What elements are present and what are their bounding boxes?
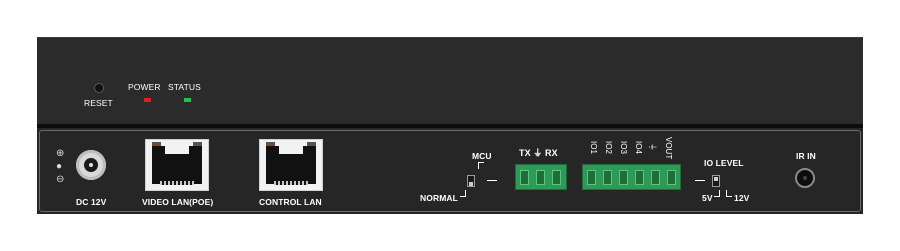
reset-button[interactable] xyxy=(94,83,104,93)
io-5v-label: 5V xyxy=(702,193,713,203)
dc-jack-pin xyxy=(89,163,93,167)
reset-label: RESET xyxy=(84,98,113,108)
terminal-slot-vout xyxy=(667,170,676,185)
mcu-label: MCU xyxy=(472,151,492,161)
ir-in-jack[interactable] xyxy=(795,168,815,188)
rj45-pins xyxy=(274,181,308,185)
control-lan-port[interactable] xyxy=(259,139,323,191)
ground-icon: ⏚ xyxy=(648,143,657,151)
dc-polarity-center-icon: ● xyxy=(56,161,63,172)
vout-label: VOUT xyxy=(664,137,673,160)
io-12v-label: 12V xyxy=(734,193,750,203)
io-5v-bracket xyxy=(714,190,720,197)
ir-in-label: IR IN xyxy=(796,151,816,161)
video-lan-port[interactable] xyxy=(145,139,209,191)
top-panel: RESET POWER STATUS xyxy=(37,37,863,125)
terminal-slot-tx xyxy=(520,170,529,185)
control-lan-label: CONTROL LAN xyxy=(259,197,322,207)
rj45-link-led xyxy=(266,142,275,146)
mcu-bracket xyxy=(478,162,484,169)
io-level-dash xyxy=(695,180,705,181)
switch-knob xyxy=(469,182,473,186)
terminal-slot-gnd xyxy=(536,170,545,185)
terminal-slot-io3 xyxy=(619,170,628,185)
ir-jack-hole xyxy=(803,176,807,180)
tx-rx-label: TX ⏚ RX xyxy=(519,148,558,158)
terminal-slot-io4 xyxy=(635,170,644,185)
io4-label: IO4 xyxy=(634,141,643,154)
rj45-pins xyxy=(160,181,194,185)
rj45-act-led xyxy=(307,142,316,146)
rj45-latch xyxy=(279,146,303,154)
rs232-terminal[interactable] xyxy=(515,164,567,190)
io-12v-bracket xyxy=(726,190,732,197)
io-level-label: IO LEVEL xyxy=(704,158,744,168)
rj45-act-led xyxy=(193,142,202,146)
mcu-dash xyxy=(487,180,497,181)
terminal-slot-rx xyxy=(552,170,561,185)
video-lan-label: VIDEO LAN(POE) xyxy=(142,197,214,207)
device-chassis: RESET POWER STATUS ⊕ ● ⊖ DC 12V VIDEO LA… xyxy=(37,37,863,214)
io-level-switch[interactable] xyxy=(712,175,720,187)
terminal-slot-io1 xyxy=(587,170,596,185)
power-label: POWER xyxy=(128,82,161,92)
dc-polarity-minus-icon: ⊖ xyxy=(56,174,65,185)
normal-label: NORMAL xyxy=(420,193,458,203)
dc-label: DC 12V xyxy=(76,197,107,207)
dc-polarity-plus-icon: ⊕ xyxy=(56,148,65,159)
switch-knob xyxy=(714,177,718,181)
terminal-slot-io2 xyxy=(603,170,612,185)
dc-power-jack[interactable] xyxy=(76,150,106,180)
io-terminal[interactable] xyxy=(582,164,681,190)
rj45-latch xyxy=(165,146,189,154)
status-led xyxy=(184,98,191,102)
io1-label: IO1 xyxy=(589,141,598,154)
normal-bracket xyxy=(460,190,466,197)
power-led xyxy=(144,98,151,102)
io2-label: IO2 xyxy=(604,141,613,154)
terminal-slot-gnd xyxy=(651,170,660,185)
status-label: STATUS xyxy=(168,82,201,92)
rj45-link-led xyxy=(152,142,161,146)
io3-label: IO3 xyxy=(619,141,628,154)
mcu-normal-switch[interactable] xyxy=(467,175,475,187)
